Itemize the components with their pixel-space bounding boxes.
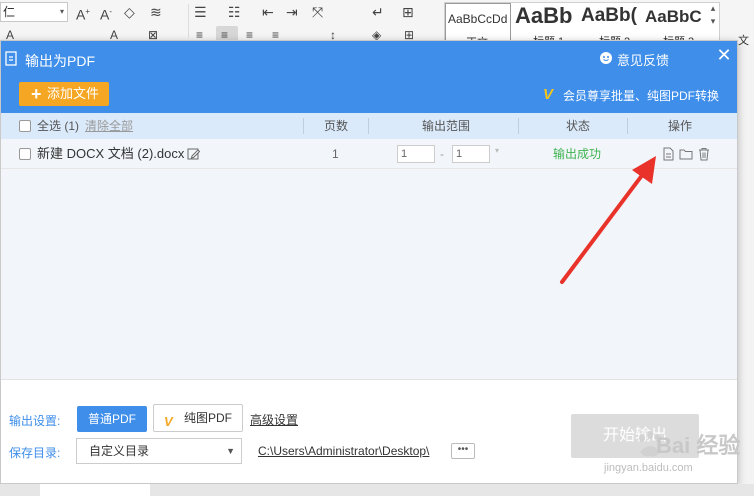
pages-column-header: 页数 bbox=[324, 119, 349, 133]
open-folder-icon[interactable] bbox=[679, 147, 693, 161]
file-name: 新建 DOCX 文档 (2).docx bbox=[37, 146, 185, 161]
grow-font-icon[interactable]: A+ bbox=[76, 3, 90, 24]
range-separator: - bbox=[440, 147, 444, 161]
style-normal[interactable]: AaBbCcDd 正文 bbox=[445, 3, 511, 43]
ribbon-edge-label: 文 bbox=[738, 35, 749, 47]
chevron-down-icon: ▼ bbox=[226, 446, 235, 456]
advanced-settings-link[interactable]: 高级设置 bbox=[250, 411, 298, 428]
paragraph-mark-icon[interactable]: ↵ bbox=[372, 3, 384, 21]
range-dropdown-icon[interactable]: ▾ bbox=[495, 146, 499, 155]
vip-icon: V bbox=[543, 86, 554, 103]
save-path-link[interactable]: C:\Users\Administrator\Desktop\ bbox=[258, 444, 446, 458]
add-file-button[interactable]: + 添加文件 bbox=[19, 82, 109, 106]
document-page bbox=[40, 484, 150, 496]
range-column-header: 输出范围 bbox=[422, 119, 471, 133]
clear-all-link[interactable]: 清除全部 bbox=[85, 113, 133, 139]
image-pdf-button[interactable]: V 纯图PDF bbox=[153, 404, 243, 432]
range-from-input[interactable]: 1 bbox=[397, 145, 435, 163]
style-sample: AaBb( bbox=[581, 5, 637, 26]
document-area-strip bbox=[0, 484, 754, 496]
select-all-checkbox[interactable] bbox=[19, 120, 31, 132]
actions-column-header: 操作 bbox=[668, 119, 693, 133]
style-heading-2[interactable]: AaBb( 标题 2 bbox=[579, 3, 645, 43]
style-sample: AaBb bbox=[515, 3, 573, 28]
watermark-url: jingyan.baidu.com bbox=[604, 462, 693, 474]
outdent-icon[interactable]: ⇤ bbox=[262, 3, 274, 21]
dialog-title: 输出为PDF bbox=[25, 53, 95, 69]
column-divider bbox=[368, 118, 369, 134]
output-settings-label: 输出设置: bbox=[9, 414, 61, 428]
close-icon[interactable]: ✕ bbox=[715, 45, 733, 66]
range-to-input[interactable]: 1 bbox=[452, 145, 490, 163]
watermark-text: Bai 经验 bbox=[656, 433, 741, 458]
style-heading-1[interactable]: AaBb 标题 1 bbox=[513, 3, 579, 43]
browse-button[interactable]: ••• bbox=[451, 443, 475, 459]
feedback-link[interactable]: 意见反馈 bbox=[617, 50, 669, 69]
indent-icon[interactable]: ⇥ bbox=[286, 3, 298, 21]
font-name: 仁 bbox=[3, 5, 16, 19]
save-dir-label: 保存目录: bbox=[9, 446, 61, 460]
open-file-icon[interactable] bbox=[661, 147, 675, 161]
file-table-header: 全选 (1) 清除全部 页数 输出范围 状态 操作 bbox=[1, 113, 737, 139]
font-name-box[interactable]: 仁 ▾ bbox=[0, 2, 68, 22]
dialog-titlebar[interactable]: 输出为PDF 意见反馈 ✕ bbox=[1, 41, 737, 77]
status-column-header: 状态 bbox=[566, 119, 591, 133]
vip-promo-text[interactable]: 会员尊享批量、纯图PDF转换 bbox=[563, 87, 719, 104]
style-sample: AaBbCcDd bbox=[448, 12, 508, 26]
shrink-font-icon[interactable]: A- bbox=[100, 3, 112, 24]
style-gallery-scroll[interactable]: ▴ ▾ bbox=[706, 2, 720, 42]
chevron-down-icon[interactable]: ▾ bbox=[60, 3, 64, 21]
image-pdf-label: 纯图PDF bbox=[184, 411, 233, 425]
status-badge: 输出成功 bbox=[553, 147, 602, 161]
numbered-list-icon[interactable]: ☷ bbox=[228, 3, 241, 21]
pdf-export-icon bbox=[5, 51, 17, 66]
select-all-label[interactable]: 全选 (1) bbox=[37, 113, 79, 139]
vip-icon: V bbox=[164, 414, 173, 429]
style-sample: AaBbC bbox=[645, 7, 702, 26]
plus-icon: + bbox=[31, 84, 42, 104]
bullet-list-icon[interactable]: ☰ bbox=[194, 3, 207, 21]
normal-pdf-button[interactable]: 普通PDF bbox=[77, 406, 147, 432]
column-divider bbox=[518, 118, 519, 134]
ribbon: 仁 ▾ A+ A- ◇ ≋ ☰ ☷ ⇤ ⇥ ⤧ ↵ ⊞ A A ⊠ ≡ ≡ ≡ … bbox=[0, 0, 754, 47]
show-hide-icon[interactable]: ⊞ bbox=[402, 3, 414, 21]
pinyin-icon[interactable]: ≋ bbox=[150, 3, 162, 21]
column-divider bbox=[303, 118, 304, 134]
ribbon-divider bbox=[188, 4, 189, 38]
save-dir-value: 自定义目录 bbox=[89, 444, 150, 458]
add-file-label: 添加文件 bbox=[47, 86, 100, 101]
clear-format-icon[interactable]: ◇ bbox=[124, 3, 135, 21]
page-count: 1 bbox=[332, 147, 339, 161]
table-row[interactable]: 新建 DOCX 文档 (2).docx 1 1 - 1 ▾ 输出成功 bbox=[1, 139, 737, 169]
save-dir-select[interactable]: 自定义目录 ▼ bbox=[76, 438, 242, 464]
file-list-empty-area bbox=[1, 169, 737, 379]
rename-icon[interactable] bbox=[187, 147, 201, 161]
delete-icon[interactable] bbox=[697, 147, 711, 161]
style-heading-3[interactable]: AaBbC 标题 3 bbox=[643, 3, 709, 43]
export-pdf-dialog: 输出为PDF 意见反馈 ✕ + 添加文件 V 会员尊享批量、纯图PDF转换 全选… bbox=[0, 40, 738, 484]
column-divider bbox=[627, 118, 628, 134]
feedback-icon[interactable] bbox=[599, 51, 613, 65]
dialog-toolbar: + 添加文件 V 会员尊享批量、纯图PDF转换 bbox=[1, 77, 737, 113]
row-checkbox[interactable] bbox=[19, 148, 31, 160]
style-gallery: AaBbCcDd 正文 AaBb 标题 1 AaBb( 标题 2 AaBbC 标… bbox=[444, 2, 720, 44]
text-direction-icon[interactable]: ⤧ bbox=[312, 3, 323, 21]
